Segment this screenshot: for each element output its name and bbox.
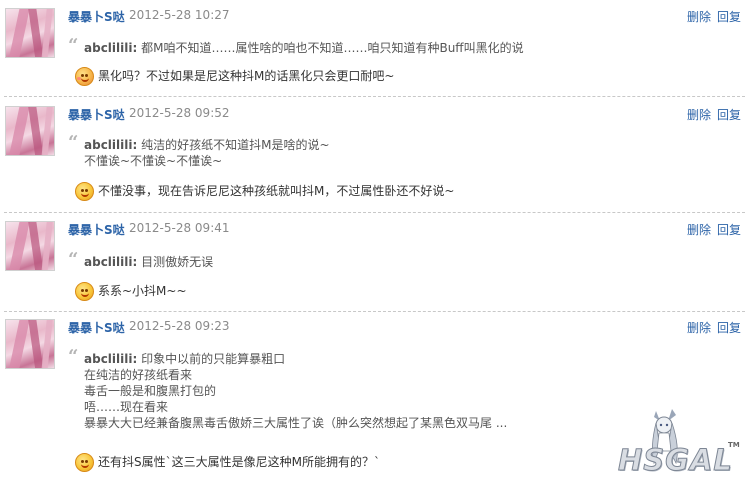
divider [4, 212, 745, 213]
hsgal-watermark-logo: HSGAL TM [616, 405, 749, 480]
quote-author: abclilili: [84, 255, 138, 269]
quote-mark-icon: “ [68, 249, 79, 270]
smirk-face-icon [75, 453, 94, 472]
comment-timestamp: 2012-5-28 09:52 [129, 106, 230, 120]
reply-text: 黑化吗？不过如果是尼这种抖M的话黑化只会更口耐吧~ [75, 65, 394, 87]
blush-face-icon [75, 67, 94, 86]
avatar[interactable] [5, 319, 55, 369]
comment-actions: 删除 回复 [681, 221, 741, 238]
comment-author-link[interactable]: 暴暴卜S哒 [68, 319, 125, 336]
avatar[interactable] [5, 8, 55, 58]
comment-timestamp: 2012-5-28 09:23 [129, 319, 230, 333]
quoted-comment: “ abclilili: 印象中以前的只能算暴粗口 在纯洁的好孩纸看来 毒舌一般… [68, 346, 508, 431]
comment-timestamp: 2012-5-28 10:27 [129, 8, 230, 22]
quote-line: abclilili: 印象中以前的只能算暴粗口 [84, 352, 286, 366]
comment-actions: 删除 回复 [681, 106, 741, 123]
reply-link[interactable]: 回复 [717, 321, 741, 335]
comment-author-link[interactable]: 暴暴卜S哒 [68, 106, 125, 123]
quote-line: abclilili: 都M咱不知道……属性啥的咱也不知道……咱只知道有种Buff… [84, 41, 524, 55]
quote-line: 在纯洁的好孩纸看来 [84, 368, 193, 382]
watermark-brand-text: HSGAL [618, 443, 733, 478]
quote-author: abclilili: [84, 352, 138, 366]
quoted-comment: “ abclilili: 纯洁的好孩纸不知道抖M是啥的说~ 不懂诶~不懂诶~不懂… [68, 132, 330, 169]
quote-author: abclilili: [84, 41, 138, 55]
quoted-comment: “ abclilili: 都M咱不知道……属性啥的咱也不知道……咱只知道有种Bu… [68, 35, 524, 56]
avatar[interactable] [5, 106, 55, 156]
quote-line: 唔……现在看来 [84, 400, 169, 414]
delete-link[interactable]: 删除 [687, 108, 711, 122]
quote-mark-icon: “ [68, 346, 79, 367]
quote-line: abclilili: 目测傲娇无误 [84, 255, 214, 269]
reply-text: 还有抖S属性`这三大属性是像尼这种M所能拥有的？` [75, 451, 380, 473]
comment-author-link[interactable]: 暴暴卜S哒 [68, 8, 125, 25]
divider [4, 311, 745, 312]
quote-line: 不懂诶~不懂诶~不懂诶~ [84, 154, 223, 168]
quote-author: abclilili: [84, 138, 138, 152]
reply-link[interactable]: 回复 [717, 223, 741, 237]
divider [4, 96, 745, 97]
comment-author-link[interactable]: 暴暴卜S哒 [68, 221, 125, 238]
quoted-comment: “ abclilili: 目测傲娇无误 [68, 249, 214, 270]
quote-mark-icon: “ [68, 132, 79, 153]
grin-face-icon [75, 282, 94, 301]
comment-actions: 删除 回复 [681, 8, 741, 25]
reply-link[interactable]: 回复 [717, 10, 741, 24]
reply-text: 不懂没事，现在告诉尼尼这种孩纸就叫抖M，不过属性卧还不好说~ [75, 180, 454, 202]
trademark-mark: TM [728, 441, 740, 449]
comment-timestamp: 2012-5-28 09:41 [129, 221, 230, 235]
quote-line: abclilili: 纯洁的好孩纸不知道抖M是啥的说~ [84, 138, 330, 152]
reply-text: 系系~小抖M~~ [75, 280, 187, 302]
delete-link[interactable]: 删除 [687, 10, 711, 24]
reply-link[interactable]: 回复 [717, 108, 741, 122]
quote-mark-icon: “ [68, 35, 79, 56]
avatar[interactable] [5, 221, 55, 271]
delete-link[interactable]: 删除 [687, 321, 711, 335]
grin-face-icon [75, 182, 94, 201]
quote-line: 毒舌一般是和腹黑打包的 [84, 384, 217, 398]
quote-line: 暴暴大大已经兼备腹黑毒舌傲娇三大属性了诶（肿么突然想起了某黑色双马尾 ... [84, 416, 508, 430]
delete-link[interactable]: 删除 [687, 223, 711, 237]
comment-actions: 删除 回复 [681, 319, 741, 336]
